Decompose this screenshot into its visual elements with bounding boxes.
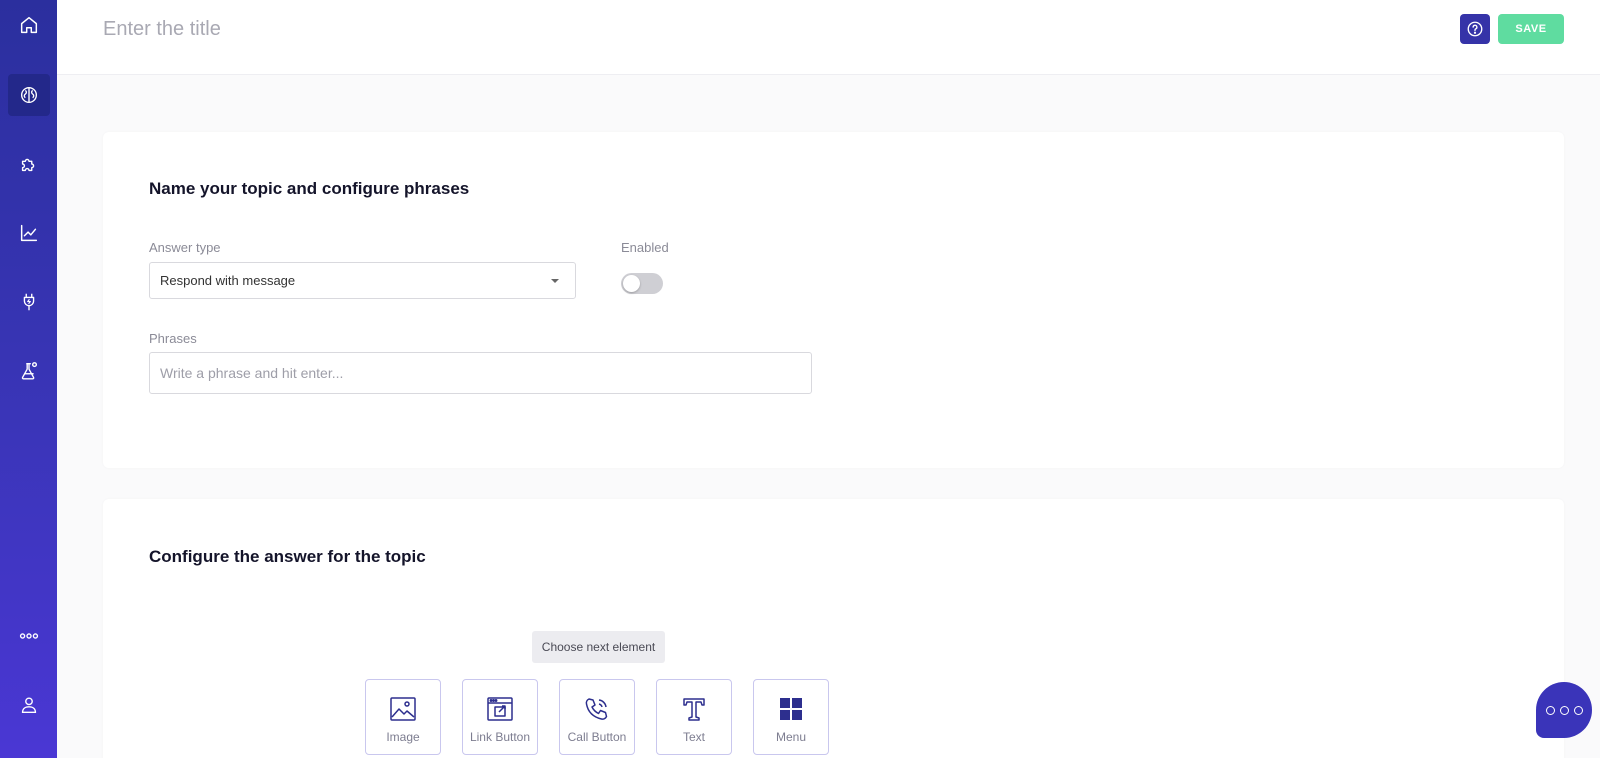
answer-card-title: Configure the answer for the topic — [149, 547, 426, 566]
answer-type-select[interactable]: Respond with message — [149, 262, 576, 299]
choose-next-element-label: Choose next element — [532, 631, 665, 663]
plug-icon — [23, 293, 35, 311]
home-icon — [20, 16, 38, 34]
chat-dot-icon — [1573, 705, 1583, 715]
help-circle-icon — [1467, 21, 1483, 37]
chat-dot-icon — [1545, 705, 1555, 715]
topic-card-title: Name your topic and configure phrases — [149, 179, 470, 198]
element-menu-button[interactable]: Menu — [753, 679, 829, 755]
sidebar-item-lab[interactable] — [8, 350, 50, 392]
brain-icon — [20, 86, 38, 104]
header: SAVE — [57, 0, 1600, 75]
sidebar-item-profile[interactable] — [8, 684, 50, 726]
link-button-icon — [487, 697, 513, 721]
sidebar-item-more[interactable] — [8, 615, 50, 657]
phrases-input[interactable] — [149, 352, 812, 394]
grid-icon — [780, 698, 802, 720]
element-link-button-label: Link Button — [469, 730, 531, 744]
answer-type-value: Respond with message — [160, 273, 296, 288]
sidebar-item-integrations[interactable] — [8, 143, 50, 185]
answer-config-card: Configure the answer for the topic Choos… — [103, 499, 1564, 758]
sidebar — [0, 0, 57, 758]
save-button[interactable]: SAVE — [1498, 14, 1564, 44]
title-input[interactable] — [103, 12, 1003, 46]
phone-icon — [585, 698, 608, 720]
answer-type-label: Answer type — [149, 240, 221, 255]
element-text-label: Text — [682, 730, 705, 744]
image-icon — [390, 697, 416, 721]
phrases-label: Phrases — [149, 331, 197, 346]
element-call-button-label: Call Button — [567, 730, 627, 744]
puzzle-icon — [21, 158, 35, 172]
element-image-label: Image — [386, 730, 420, 744]
user-icon — [21, 697, 37, 714]
flask-icon — [21, 362, 38, 380]
topic-config-card: Name your topic and configure phrases An… — [103, 132, 1564, 468]
element-image-button[interactable]: Image — [365, 679, 441, 755]
sidebar-item-analytics[interactable] — [8, 212, 50, 254]
text-icon — [683, 698, 705, 721]
toggle-knob — [623, 275, 640, 292]
enabled-toggle[interactable] — [621, 273, 663, 294]
help-button[interactable] — [1460, 14, 1490, 44]
element-menu-label: Menu — [775, 730, 807, 744]
enabled-label: Enabled — [621, 240, 669, 255]
element-link-button-button[interactable]: Link Button — [462, 679, 538, 755]
chat-widget-button[interactable] — [1536, 682, 1592, 738]
sidebar-item-home[interactable] — [8, 4, 50, 46]
sidebar-item-connectors[interactable] — [8, 281, 50, 323]
chart-line-icon — [20, 224, 38, 242]
element-text-button[interactable]: Text — [656, 679, 732, 755]
more-icon — [19, 633, 39, 639]
chat-dot-icon — [1559, 705, 1569, 715]
sidebar-item-topics[interactable] — [8, 74, 50, 116]
element-call-button-button[interactable]: Call Button — [559, 679, 635, 755]
chevron-down-icon — [551, 279, 559, 283]
